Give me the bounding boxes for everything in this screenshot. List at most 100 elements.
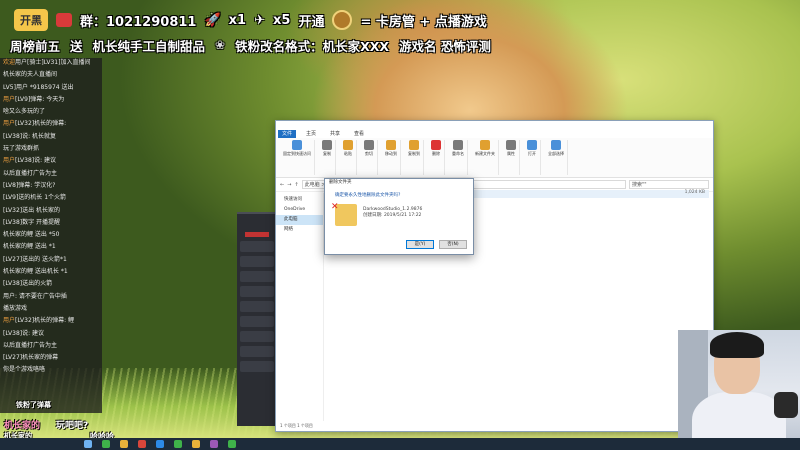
stream-software-panel bbox=[237, 212, 277, 426]
tab-home[interactable]: 主页 bbox=[302, 130, 320, 138]
chat-message: 机长家的鲤 送出 *50 bbox=[0, 230, 102, 242]
dialog-file-date: 创建日期: 2019/5/21 17:22 bbox=[363, 213, 422, 218]
chat-text: [LV38]送出的火箭 bbox=[3, 280, 53, 288]
back-arrow-icon[interactable]: ← bbox=[280, 182, 284, 188]
tab-share[interactable]: 共享 bbox=[326, 130, 344, 138]
webcam-feed bbox=[678, 330, 800, 450]
file-size: 1,024 KB bbox=[684, 190, 705, 195]
ribbon-button[interactable]: 打开 bbox=[524, 140, 541, 175]
chat-message: 用户[LV32]机长的弹幕: 鲤 bbox=[0, 316, 102, 328]
webcam-person-hair bbox=[710, 332, 764, 358]
ribbon-label: 重命名 bbox=[452, 151, 464, 156]
taskbar-app-icon[interactable] bbox=[120, 440, 128, 448]
group-number: 群：1021290811 bbox=[80, 14, 197, 30]
ribbon-icon bbox=[409, 140, 419, 150]
chat-nick: 用户 bbox=[3, 120, 16, 128]
obs-row[interactable] bbox=[240, 271, 274, 282]
taskbar bbox=[0, 438, 800, 450]
dialog-title: 删除文件夹 bbox=[329, 180, 352, 185]
tab-view[interactable]: 查看 bbox=[350, 130, 368, 138]
chat-message: [LV38]送出的火箭 bbox=[0, 279, 102, 291]
taskbar-app-icon[interactable] bbox=[156, 440, 164, 448]
ribbon-button[interactable]: 删除 bbox=[428, 140, 445, 175]
flower-icon: ❀ bbox=[215, 38, 226, 52]
taskbar-app-icon[interactable] bbox=[228, 440, 236, 448]
chat-text: [LV38]说: 机长就复 bbox=[3, 132, 57, 140]
ribbon-button[interactable]: 新建文件夹 bbox=[472, 140, 499, 175]
chat-message: 用户[LV38]说: 建议 bbox=[0, 156, 102, 168]
chat-text: [LV38]说: 建议 bbox=[15, 157, 57, 165]
ribbon-button[interactable]: 重命名 bbox=[449, 140, 468, 175]
stream-software-logo bbox=[237, 214, 277, 228]
tab-file[interactable]: 文件 bbox=[278, 130, 297, 138]
dialog-message: 确定要永久性地删除此文件夹吗? bbox=[335, 193, 401, 198]
nav-item-this-pc[interactable]: 此电脑 bbox=[276, 215, 323, 225]
obs-row[interactable] bbox=[240, 331, 274, 342]
nav-item-quick-access[interactable]: 快速访问 bbox=[276, 195, 323, 205]
ribbon-button[interactable]: 剪切 bbox=[361, 140, 378, 175]
dialog-file-info: ✕ DarkwoodStudio_1.2.9876 创建日期: 2019/5/2… bbox=[325, 200, 473, 230]
dessert-text: 机长纯手工自制甜品 bbox=[92, 38, 206, 54]
chat-nick: 用户 bbox=[3, 95, 16, 103]
obs-row[interactable] bbox=[240, 361, 274, 372]
ribbon-button[interactable]: 全部选择 bbox=[545, 140, 568, 175]
plane-icon: ✈ bbox=[254, 12, 265, 28]
forward-arrow-icon[interactable]: → bbox=[287, 182, 291, 188]
chat-text: 以后直播打广告为主 bbox=[3, 169, 58, 177]
file-explorer-window: 文件 主页 共享 查看 固定到快速访问 复制 粘贴 剪切 移动到 复制到 删除 重命名 新建文件… bbox=[275, 120, 714, 432]
chat-text: [LV32]机长的弹幕: 鲤 bbox=[15, 317, 75, 325]
ticker-line-3: 玩吧吧? bbox=[56, 421, 89, 431]
ribbon-label: 固定到快速访问 bbox=[283, 151, 311, 156]
ribbon-button[interactable]: 移动到 bbox=[382, 140, 401, 175]
ribbon-tabs: 文件 主页 共享 查看 bbox=[276, 130, 713, 138]
ribbon-icon bbox=[453, 140, 463, 150]
chat-text: 机长家的鲤 送出 *1 bbox=[3, 243, 56, 251]
ribbon-icon bbox=[431, 140, 441, 150]
chat-message: 你是个游戏咯咯 bbox=[0, 365, 102, 377]
ribbon-button[interactable]: 固定到快速访问 bbox=[280, 140, 315, 175]
chat-nick: 用户 bbox=[3, 317, 16, 325]
ribbon-button[interactable]: 粘贴 bbox=[340, 140, 357, 175]
chat-text: 机长家的夫人直播间 bbox=[3, 71, 58, 79]
obs-row[interactable] bbox=[240, 286, 274, 297]
nav-item-onedrive[interactable]: OneDrive bbox=[276, 205, 323, 215]
live-indicator bbox=[245, 232, 269, 237]
open-text: 开通 bbox=[298, 14, 325, 30]
nav-item-network[interactable]: 网络 bbox=[276, 225, 323, 235]
ribbon-button[interactable]: 复制到 bbox=[405, 140, 424, 175]
explorer-titlebar[interactable] bbox=[276, 121, 713, 130]
chat-text: 机长家的鲤 送出 *50 bbox=[3, 231, 60, 239]
ribbon-label: 新建文件夹 bbox=[475, 151, 495, 156]
chat-text: 玩了游戏群抓 bbox=[3, 145, 40, 153]
chat-text: 你是个游戏咯咯 bbox=[3, 366, 46, 374]
ribbon-label: 全部选择 bbox=[548, 151, 564, 156]
rocket-icon: 🚀 bbox=[204, 12, 221, 28]
bottom-ticker: 铁粉了弹幕 机长家的 玩吧吧? 机长家的 哈哈哈 bbox=[0, 398, 150, 441]
taskbar-app-icon[interactable] bbox=[192, 440, 200, 448]
obs-row[interactable] bbox=[240, 346, 274, 357]
chat-message: 用户: 请不要在广告中插 bbox=[0, 292, 102, 304]
delete-x-icon: ✕ bbox=[331, 202, 339, 212]
start-icon[interactable] bbox=[84, 440, 92, 448]
chat-text: [LV27]送出的 送火箭*1 bbox=[3, 255, 67, 263]
chat-message: 用户[LV32]机长的弹幕: bbox=[0, 119, 102, 131]
obs-row[interactable] bbox=[240, 256, 274, 267]
chat-text: [LV9]送的机长 1个火箭 bbox=[3, 194, 67, 202]
up-arrow-icon[interactable]: ↑ bbox=[294, 182, 298, 188]
obs-row[interactable] bbox=[240, 241, 274, 252]
taskbar-app-icon[interactable] bbox=[102, 440, 110, 448]
folder-icon: ✕ bbox=[331, 202, 357, 226]
chat-message: 以后直播打广告为主 bbox=[0, 169, 102, 181]
ribbon-button[interactable]: 复制 bbox=[319, 140, 336, 175]
taskbar-app-icon[interactable] bbox=[174, 440, 182, 448]
chat-message: 机长家的鲤 送出机长 *1 bbox=[0, 267, 102, 279]
weekly-rank-text: 周榜前五 bbox=[10, 38, 61, 54]
cancel-button[interactable]: 否(N) bbox=[439, 240, 467, 249]
confirm-button[interactable]: 是(Y) bbox=[406, 240, 434, 249]
taskbar-app-icon[interactable] bbox=[210, 440, 218, 448]
obs-row[interactable] bbox=[240, 301, 274, 312]
obs-row[interactable] bbox=[240, 316, 274, 327]
gift-icon bbox=[56, 13, 72, 27]
taskbar-app-icon[interactable] bbox=[138, 440, 146, 448]
ribbon-button[interactable]: 属性 bbox=[503, 140, 520, 175]
